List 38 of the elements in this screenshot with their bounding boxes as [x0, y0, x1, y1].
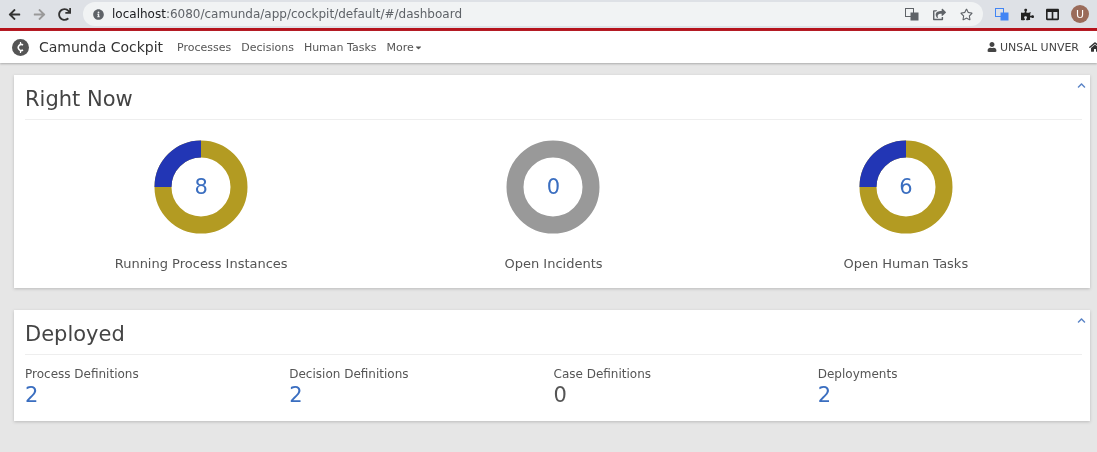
panel-title: Deployed — [25, 310, 1082, 355]
share-icon[interactable] — [933, 7, 946, 21]
back-icon[interactable] — [8, 7, 21, 21]
user-menu[interactable]: UNSAL UNVER — [987, 40, 1079, 54]
stat-label: Case Definitions — [553, 367, 652, 381]
count-value: 0 — [553, 383, 567, 407]
count-link[interactable]: 2 — [817, 383, 832, 407]
more-menu[interactable]: More — [386, 40, 423, 54]
count-link[interactable]: 6 — [899, 175, 913, 199]
reload-icon[interactable] — [58, 7, 71, 21]
sidebar-icon[interactable] — [1046, 7, 1059, 21]
stat-label: Process Definitions — [25, 367, 139, 381]
puzzle-icon[interactable] — [1021, 7, 1034, 21]
app-title: Camunda Cockpit — [39, 39, 164, 55]
user-icon — [987, 42, 997, 52]
collapse-icon[interactable] — [1077, 81, 1086, 90]
nav-link[interactable]: Human Tasks — [303, 40, 377, 54]
stat-label: Deployments — [817, 367, 898, 381]
translate-icon[interactable] — [905, 7, 919, 21]
count-link[interactable]: 2 — [25, 383, 39, 407]
profile-avatar[interactable]: U — [1071, 5, 1089, 23]
nav-link[interactable]: Processes — [177, 40, 232, 54]
stat-label: Running Process Instances — [114, 256, 288, 271]
stat-label: Open Human Tasks — [843, 256, 969, 271]
info-icon[interactable] — [93, 8, 104, 20]
collapse-icon[interactable] — [1077, 316, 1086, 325]
logo-icon — [12, 38, 29, 56]
stat-label: Decision Definitions — [289, 367, 409, 381]
nav-link[interactable]: Decisions — [241, 40, 294, 54]
panel-title: Right Now — [25, 75, 1082, 120]
address-bar[interactable]: localhost:6080/camunda/app/cockpit/default/#/dashboard — [83, 2, 983, 26]
stat-label: Open Incidents — [504, 256, 603, 271]
count-link[interactable]: 8 — [194, 175, 208, 199]
count-link[interactable]: 0 — [546, 175, 561, 199]
url-text: localhost:6080/camunda/app/cockpit/default/#/dashboard — [112, 7, 463, 21]
translate-icon[interactable] — [995, 7, 1009, 21]
star-icon[interactable] — [960, 7, 973, 21]
count-link[interactable]: 2 — [289, 383, 303, 407]
